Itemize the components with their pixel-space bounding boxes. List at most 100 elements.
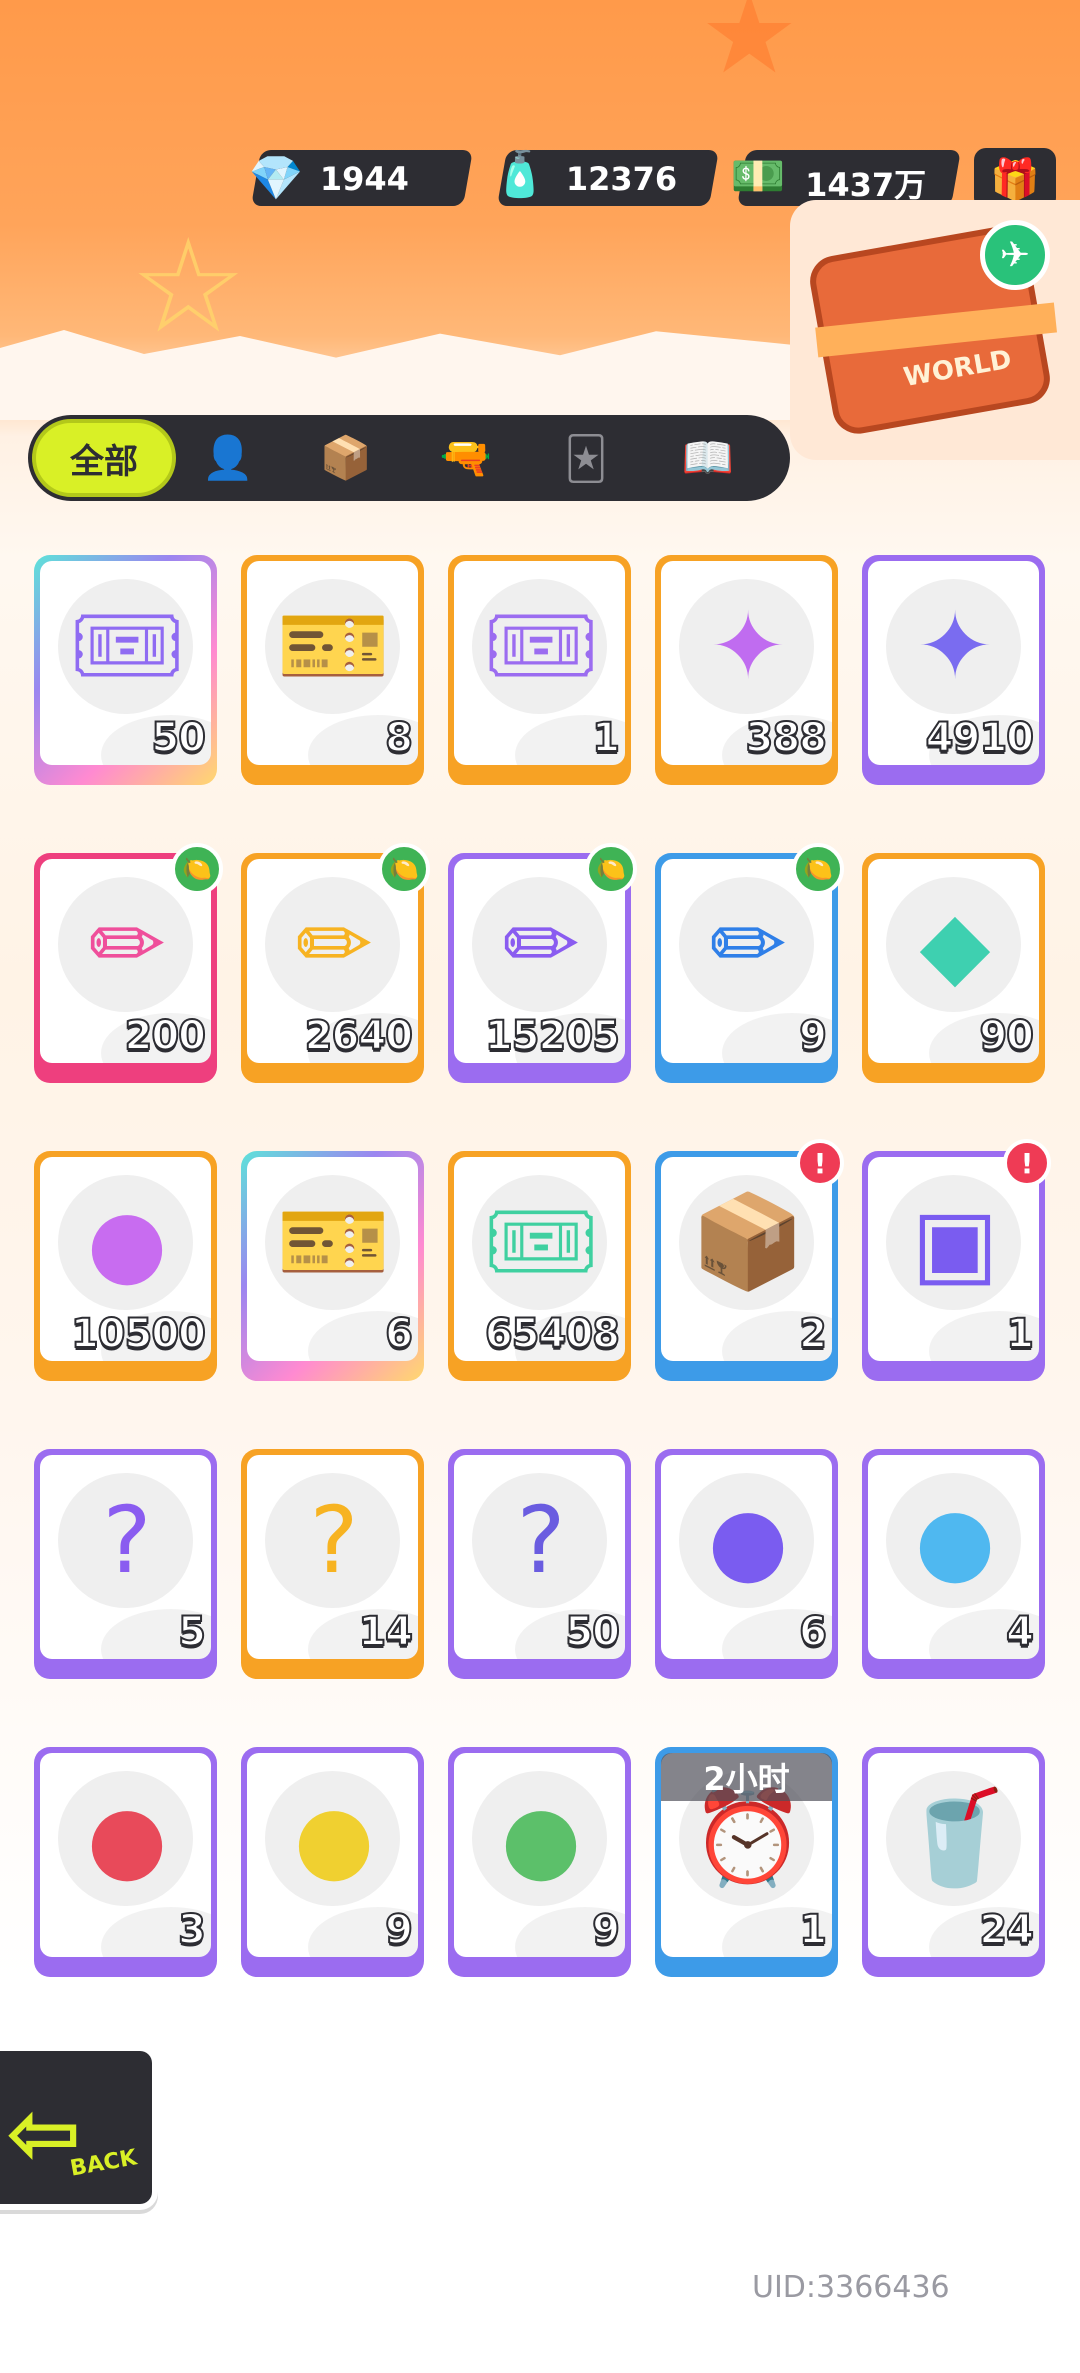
- item-count: 200: [124, 1012, 207, 1060]
- item-count: 8: [384, 714, 414, 762]
- item-count: 6: [384, 1310, 414, 1358]
- person-icon[interactable]: 👤: [198, 429, 258, 487]
- lemon-badge-icon: 🍋: [792, 843, 844, 895]
- season-ticket-icon: 🎟: [482, 1188, 600, 1295]
- item-count: 24: [978, 1906, 1035, 1954]
- item-count: 9: [384, 1906, 414, 1954]
- inventory-item[interactable]: ● 6: [655, 1449, 838, 1679]
- inventory-item[interactable]: ◆ 90: [862, 853, 1045, 1083]
- item-count: 9: [798, 1012, 828, 1060]
- item-count: 2: [798, 1310, 828, 1358]
- inventory-item[interactable]: 🎟 50: [34, 555, 217, 785]
- inventory-item[interactable]: ⏰ 1 2小时: [655, 1747, 838, 1977]
- inventory-item[interactable]: ✦ 4910: [862, 555, 1045, 785]
- rainbow-star-icon: ✦: [709, 592, 787, 700]
- box-icon[interactable]: 📦: [316, 429, 376, 487]
- item-count: 50: [564, 1608, 621, 1656]
- inventory-item[interactable]: ✏ 15205 🍋: [448, 843, 637, 1083]
- open-drink-cup-icon: 🥤: [897, 1784, 1013, 1891]
- diamond-value: 1944: [319, 160, 409, 198]
- inventory-item[interactable]: ▣ 1!: [862, 1139, 1051, 1381]
- plant-pet-ball-icon: ●: [500, 1784, 582, 1892]
- inventory-item[interactable]: ✏ 200 🍋: [34, 843, 223, 1083]
- item-count: 2640: [304, 1012, 414, 1060]
- piranha-pet-ball-icon: ●: [86, 1784, 168, 1892]
- inventory-item[interactable]: ✏ 2640 🍋: [241, 843, 430, 1083]
- spray-can-value: 12376: [565, 160, 678, 198]
- tab-all[interactable]: 全部: [32, 419, 176, 497]
- cool-box-icon: 📦: [690, 1188, 806, 1295]
- inventory-item[interactable]: ✦ 388: [655, 555, 838, 785]
- color-block-icon: ◆: [919, 890, 991, 998]
- item-count: 90: [978, 1012, 1035, 1060]
- inventory-item[interactable]: ? 5: [34, 1449, 217, 1679]
- item-count: 1: [1005, 1310, 1035, 1358]
- pink-crayon-icon: ✏: [88, 890, 166, 998]
- category-tabs: 全部 👤 📦 🔫 🃏 📖: [28, 415, 790, 501]
- cash-icon: 💵: [730, 151, 786, 202]
- suitcase-label: WORLD: [901, 344, 1014, 394]
- paint-splash-decoration: [0, 330, 800, 420]
- fish-pet-ball-icon: ●: [914, 1486, 996, 1594]
- item-count: 10500: [70, 1310, 207, 1358]
- jellyfish-pet-ball-icon: ●: [293, 1784, 375, 1892]
- lottery-ticket-icon: 🎫: [276, 1188, 392, 1295]
- diamond-icon: 💎: [248, 153, 304, 204]
- spray-can-icon: 🧴: [492, 149, 548, 200]
- inventory-item[interactable]: 🎫 6: [241, 1151, 424, 1381]
- star-decoration: ★: [700, 0, 799, 98]
- inventory-item[interactable]: 📦 2!: [655, 1139, 844, 1381]
- inventory-item[interactable]: ● 3: [34, 1747, 217, 1977]
- purple-crayon-icon: ✏: [502, 890, 580, 998]
- blue-crayon-icon: ✏: [709, 890, 787, 998]
- yellow-crayon-icon: ✏: [295, 890, 373, 998]
- lemon-badge-icon: 🍋: [585, 843, 637, 895]
- item-count: 1: [798, 1906, 828, 1954]
- inventory-item[interactable]: ● 10500: [34, 1151, 217, 1381]
- item-count: 388: [745, 714, 828, 762]
- book-icon[interactable]: 📖: [678, 429, 738, 487]
- mystery-deity-icon: ?: [309, 1486, 359, 1594]
- ticket-purple-star-icon: 🎟: [482, 592, 600, 699]
- back-button[interactable]: ⇦ BACK: [0, 2045, 158, 2210]
- timer-label: 2小时: [661, 1753, 832, 1801]
- user-id: UID:3366436: [752, 2270, 950, 2305]
- inventory-item[interactable]: ● 4: [862, 1449, 1045, 1679]
- inventory-item[interactable]: ● 9: [241, 1747, 424, 1977]
- ticket-crown-icon: 🎟: [68, 592, 186, 699]
- purple-star-icon: ✦: [916, 592, 994, 700]
- bat-pet-ball-icon: ●: [707, 1486, 789, 1594]
- item-count: 4: [1005, 1608, 1035, 1656]
- mystery-travel-card-icon: ?: [516, 1486, 566, 1594]
- item-count: 5: [177, 1608, 207, 1656]
- item-count: 4910: [925, 714, 1035, 762]
- item-count: 6: [798, 1608, 828, 1656]
- item-count: 15205: [484, 1012, 621, 1060]
- inventory-item[interactable]: ? 50: [448, 1449, 631, 1679]
- item-count: 9: [591, 1906, 621, 1954]
- inventory-item[interactable]: ✏ 9 🍋: [655, 843, 844, 1083]
- item-count: 50: [150, 714, 207, 762]
- inventory-item[interactable]: 🎟 65408: [448, 1151, 631, 1381]
- inventory-item[interactable]: 🥤 24: [862, 1747, 1045, 1977]
- inventory-item[interactable]: ? 14: [241, 1449, 424, 1679]
- lemon-badge-icon: 🍋: [171, 843, 223, 895]
- alert-badge-icon: !: [1003, 1139, 1051, 1187]
- gift-box-icon: 🎁: [990, 156, 1040, 203]
- card-icon[interactable]: 🃏: [556, 429, 616, 487]
- item-count: 1: [591, 714, 621, 762]
- alert-badge-icon: !: [796, 1139, 844, 1187]
- item-count: 3: [177, 1906, 207, 1954]
- travel-card-icon: ▣: [911, 1188, 999, 1296]
- lemon-badge-icon: 🍋: [378, 843, 430, 895]
- world-travel-button[interactable]: WORLD ✈: [790, 200, 1080, 460]
- ticket-gold-star-icon: 🎫: [276, 592, 392, 699]
- item-count: 65408: [484, 1310, 621, 1358]
- inventory-item[interactable]: ● 9: [448, 1747, 631, 1977]
- inventory-item[interactable]: 🎟 1: [448, 555, 631, 785]
- spray-gun-icon[interactable]: 🔫: [436, 429, 496, 487]
- item-count: 14: [357, 1608, 414, 1656]
- inventory-item[interactable]: 🎫 8: [241, 555, 424, 785]
- cool-coin-icon: ●: [86, 1188, 168, 1296]
- mystery-egg-icon: ?: [102, 1486, 152, 1594]
